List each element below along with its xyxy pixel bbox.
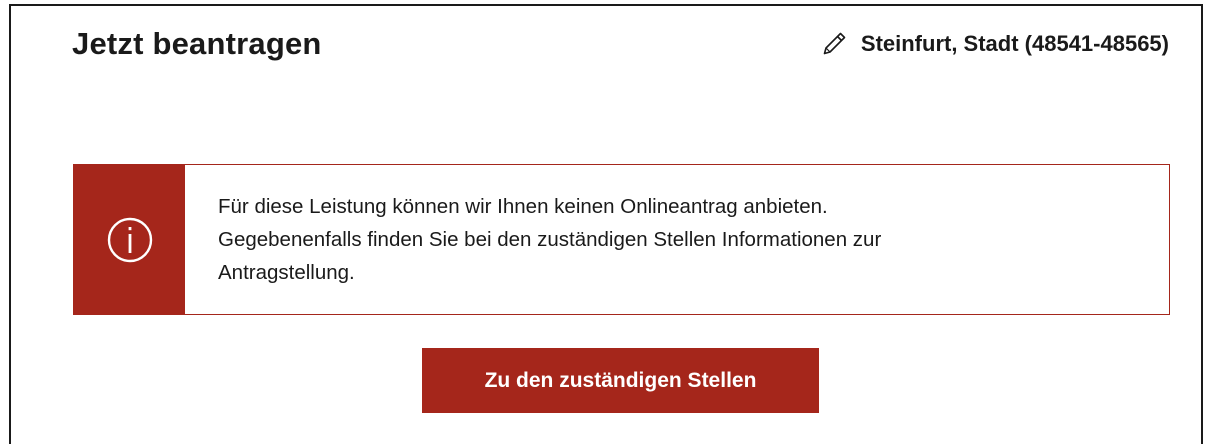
info-icon xyxy=(107,217,152,262)
page-title: Jetzt beantragen xyxy=(72,26,322,61)
alert-icon-area xyxy=(74,165,185,314)
info-alert: Für diese Leistung können wir Ihnen kein… xyxy=(73,164,1170,315)
pencil-icon[interactable] xyxy=(821,31,847,57)
location-selector[interactable]: Steinfurt, Stadt (48541-48565) xyxy=(821,31,1169,57)
responsible-offices-button[interactable]: Zu den zuständigen Stellen xyxy=(422,348,819,413)
alert-line-3: Antragstellung. xyxy=(218,261,355,284)
alert-message: Für diese Leistung können wir Ihnen kein… xyxy=(185,165,913,314)
alert-line-2: Gegebenenfalls finden Sie bei den zustän… xyxy=(218,228,882,251)
alert-line-1: Für diese Leistung können wir Ihnen kein… xyxy=(218,195,828,218)
location-label[interactable]: Steinfurt, Stadt (48541-48565) xyxy=(861,31,1169,57)
